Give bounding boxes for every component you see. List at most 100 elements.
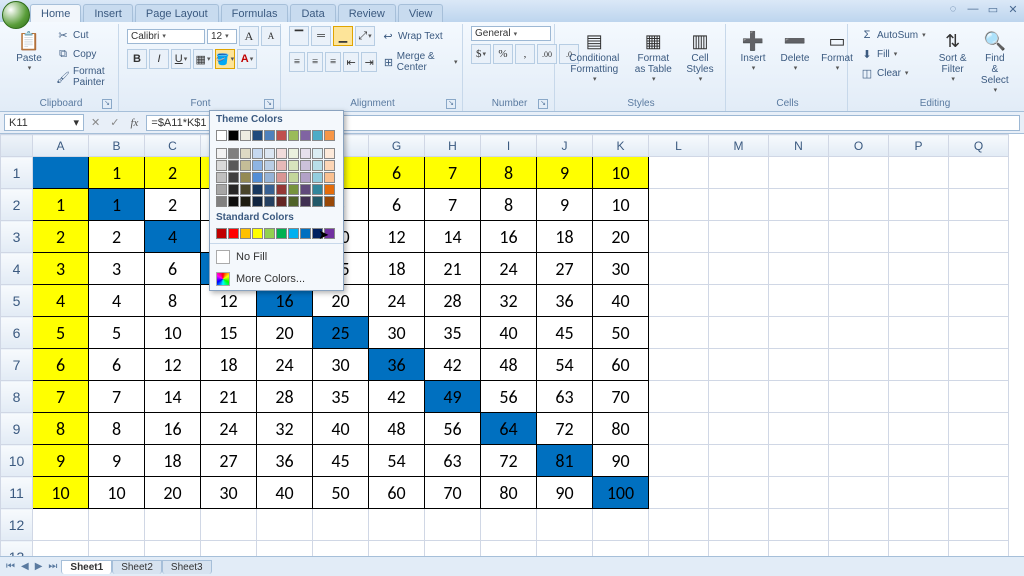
fx-icon[interactable]: fx [126, 117, 142, 129]
cell[interactable]: 6 [33, 349, 89, 381]
cell[interactable] [593, 509, 649, 541]
sheet-tab[interactable]: Sheet3 [162, 560, 212, 574]
insert-cells-button[interactable]: ➕Insert▾ [734, 26, 772, 75]
cell[interactable]: 10 [33, 477, 89, 509]
cell[interactable]: 18 [201, 349, 257, 381]
cell[interactable]: 80 [481, 477, 537, 509]
cell[interactable]: 30 [369, 317, 425, 349]
border-button[interactable]: ▦▾ [193, 49, 213, 69]
ribbon-tab-formulas[interactable]: Formulas [221, 4, 289, 22]
cell[interactable]: 3 [33, 253, 89, 285]
cell[interactable] [949, 221, 1009, 253]
color-swatch[interactable] [288, 228, 299, 239]
cell[interactable]: 1 [33, 189, 89, 221]
office-button[interactable] [2, 1, 30, 29]
cell[interactable] [769, 349, 829, 381]
align-right-button[interactable]: ≡ [325, 52, 341, 72]
cell[interactable]: 14 [425, 221, 481, 253]
color-swatch[interactable] [228, 160, 239, 171]
cell[interactable]: 10 [145, 317, 201, 349]
help-icon[interactable]: ◌ [946, 3, 960, 16]
cell[interactable]: 15 [201, 317, 257, 349]
cell[interactable]: 40 [593, 285, 649, 317]
color-swatch[interactable] [276, 184, 287, 195]
cell[interactable] [257, 509, 313, 541]
cell[interactable]: 35 [313, 381, 369, 413]
cell[interactable] [709, 157, 769, 189]
cell[interactable] [89, 509, 145, 541]
color-swatch[interactable] [252, 228, 263, 239]
color-swatch[interactable] [312, 130, 323, 141]
ribbon-tab-review[interactable]: Review [338, 4, 396, 22]
cell[interactable]: 45 [537, 317, 593, 349]
color-swatch[interactable] [264, 228, 275, 239]
cell[interactable] [649, 157, 709, 189]
color-swatch[interactable] [216, 130, 227, 141]
cell[interactable] [949, 317, 1009, 349]
cell[interactable]: 48 [369, 413, 425, 445]
cell[interactable]: 50 [593, 317, 649, 349]
cell[interactable]: 6 [89, 349, 145, 381]
cell-styles-button[interactable]: ▥Cell Styles▾ [681, 26, 719, 86]
ribbon-tab-data[interactable]: Data [290, 4, 335, 22]
cell[interactable]: 64 [481, 413, 537, 445]
color-swatch[interactable] [288, 148, 299, 159]
cell[interactable]: 20 [145, 477, 201, 509]
row-header[interactable]: 1 [1, 157, 33, 189]
sort-filter-button[interactable]: ⇅Sort & Filter▾ [934, 26, 972, 86]
cut-button[interactable]: ✂Cut [52, 26, 112, 44]
align-left-button[interactable]: ≡ [289, 52, 305, 72]
color-swatch[interactable] [216, 228, 227, 239]
cell[interactable] [649, 253, 709, 285]
cell[interactable]: 7 [425, 189, 481, 221]
minimize-icon[interactable]: — [966, 3, 980, 16]
align-center-button[interactable]: ≡ [307, 52, 323, 72]
cell[interactable]: 72 [481, 445, 537, 477]
cell[interactable]: 24 [201, 413, 257, 445]
cell[interactable]: 18 [369, 253, 425, 285]
font-name-select[interactable]: Calibri▾ [127, 29, 205, 44]
cell[interactable]: 5 [89, 317, 145, 349]
cell[interactable] [649, 413, 709, 445]
cell[interactable]: 10 [89, 477, 145, 509]
cell[interactable]: 9 [537, 157, 593, 189]
color-swatch[interactable] [300, 196, 311, 207]
cell[interactable] [829, 509, 889, 541]
cell[interactable]: 36 [257, 445, 313, 477]
cell[interactable] [769, 317, 829, 349]
cell[interactable] [829, 381, 889, 413]
cell[interactable]: 4 [33, 285, 89, 317]
sheet-tab[interactable]: Sheet1 [61, 560, 112, 574]
cell[interactable] [369, 541, 425, 557]
color-swatch[interactable] [300, 130, 311, 141]
color-swatch[interactable] [276, 196, 287, 207]
cell[interactable]: 36 [537, 285, 593, 317]
cell[interactable] [709, 317, 769, 349]
column-header[interactable]: N [769, 135, 829, 157]
color-swatch[interactable] [252, 172, 263, 183]
sheet-nav-next-icon[interactable]: ▶ [33, 561, 45, 572]
column-header[interactable]: L [649, 135, 709, 157]
cell[interactable] [829, 413, 889, 445]
cell[interactable]: 60 [593, 349, 649, 381]
cell[interactable] [829, 221, 889, 253]
cell[interactable] [709, 477, 769, 509]
fill-button[interactable]: ⬇Fill▾ [856, 45, 930, 63]
cell[interactable]: 30 [313, 349, 369, 381]
conditional-formatting-button[interactable]: ▤Conditional Formatting▾ [563, 26, 626, 86]
row-header[interactable]: 3 [1, 221, 33, 253]
color-swatch[interactable] [312, 160, 323, 171]
cell[interactable] [829, 477, 889, 509]
cell[interactable] [769, 413, 829, 445]
color-swatch[interactable] [264, 160, 275, 171]
cell[interactable] [709, 381, 769, 413]
cell[interactable] [709, 189, 769, 221]
cell[interactable] [649, 221, 709, 253]
cell[interactable] [649, 381, 709, 413]
cell[interactable] [145, 509, 201, 541]
cell[interactable]: 2 [33, 221, 89, 253]
cell[interactable]: 8 [481, 189, 537, 221]
color-swatch[interactable] [276, 228, 287, 239]
cell[interactable]: 3 [89, 253, 145, 285]
cell[interactable] [949, 445, 1009, 477]
